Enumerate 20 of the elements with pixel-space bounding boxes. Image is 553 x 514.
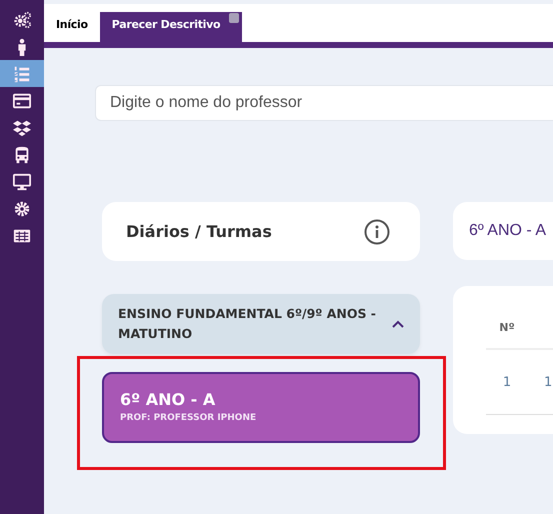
table-cell: 1 bbox=[528, 349, 553, 414]
tab[interactable]: Parecer Descritivo bbox=[100, 12, 242, 42]
card-title: Diários / Turmas bbox=[126, 222, 272, 241]
settings-icon bbox=[13, 200, 31, 218]
boxes-icon bbox=[13, 118, 31, 136]
card-icon bbox=[13, 92, 31, 110]
close-icon[interactable] bbox=[229, 13, 240, 23]
monitor-icon bbox=[13, 172, 31, 190]
table-cell: 1 bbox=[486, 349, 528, 414]
class-card[interactable]: 6º ANO - A PROF: PROFESSOR IPHONE bbox=[102, 372, 420, 443]
gears-icon bbox=[13, 10, 31, 28]
info-icon[interactable] bbox=[364, 218, 390, 244]
class-title: 6º ANO - A bbox=[469, 222, 546, 240]
bus-icon bbox=[13, 146, 31, 164]
grid-icon bbox=[13, 226, 31, 244]
search-field[interactable]: Digite o nome do professor bbox=[95, 85, 553, 121]
column-header: Nº bbox=[486, 306, 528, 349]
chevron-icon bbox=[392, 320, 404, 328]
accordion-header[interactable]: ENSINO FUNDAMENTAL 6º/9º ANOS - MATUTINO bbox=[102, 294, 420, 354]
list-icon bbox=[13, 64, 31, 82]
